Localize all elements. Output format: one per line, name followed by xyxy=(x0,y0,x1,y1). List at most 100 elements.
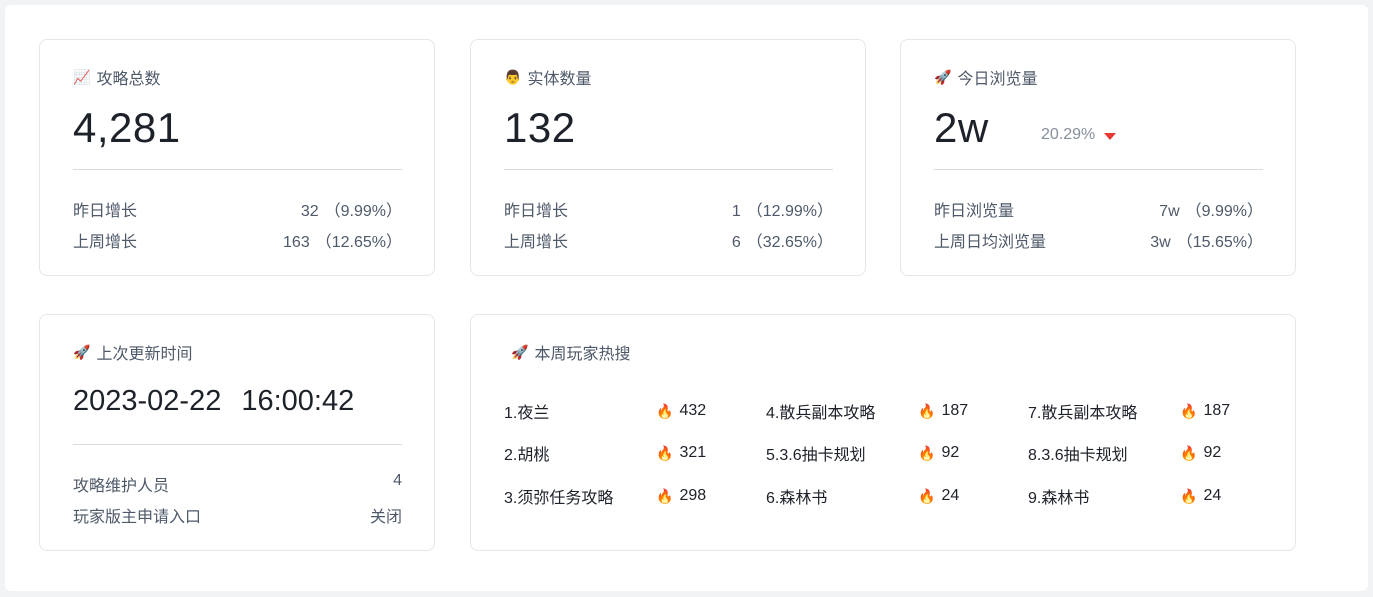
hot-search-heat-value: 187 xyxy=(1203,402,1231,419)
card-title-text: 今日浏览量 xyxy=(957,71,1038,88)
card-title-text: 实体数量 xyxy=(527,71,592,88)
views-trend: 20.29% xyxy=(1041,126,1117,144)
hot-search-item[interactable]: 2.胡桃 🔥 321 xyxy=(504,441,706,465)
stat-label: 上周日均浏览量 xyxy=(934,234,1047,251)
card-title-text: 攻略总数 xyxy=(96,71,161,88)
stat-label: 玩家版主申请入口 xyxy=(73,509,202,526)
hot-search-heat: 🔥 187 xyxy=(1180,402,1230,420)
entities-count-card: 👨 实体数量 132 昨日增长 1 （12.99%） 上周增长 6 （32.65%） xyxy=(470,39,866,276)
hot-search-name: 2.胡桃 xyxy=(504,447,550,464)
hot-search-item[interactable]: 4.散兵副本攻略 🔥 187 xyxy=(766,399,968,423)
hot-search-name: 5.3.6抽卡规划 xyxy=(766,447,866,464)
hot-search-name: 3.须弥任务攻略 xyxy=(504,490,614,507)
fire-icon: 🔥 xyxy=(918,403,936,419)
divider xyxy=(934,169,1263,170)
hot-search-heat: 🔥 298 xyxy=(656,487,706,505)
divider xyxy=(73,169,402,170)
hot-search-name: 9.森林书 xyxy=(1028,490,1090,507)
hot-search-heat: 🔥 432 xyxy=(656,402,706,420)
divider xyxy=(73,444,402,445)
today-views-card: 🚀 今日浏览量 2w 20.29% 昨日浏览量 7w （9.99%） 上周日均浏览… xyxy=(900,39,1296,276)
card-title-text: 上次更新时间 xyxy=(96,346,193,363)
card-title-text: 本周玩家热搜 xyxy=(534,346,631,363)
stat-percent: （9.99%） xyxy=(1185,203,1263,220)
hot-search-heat-value: 187 xyxy=(941,402,969,419)
stat-row: 玩家版主申请入口 关闭 xyxy=(73,503,402,527)
hot-search-heat-value: 24 xyxy=(1203,487,1222,504)
stat-label: 上周增长 xyxy=(504,234,569,251)
fire-icon: 🔥 xyxy=(918,445,936,461)
divider xyxy=(504,169,833,170)
rocket-icon: 🚀 xyxy=(934,69,952,85)
hot-search-heat-value: 92 xyxy=(1203,444,1222,461)
hot-search-heat-value: 321 xyxy=(679,444,707,461)
update-time: 16:00:42 xyxy=(241,385,355,417)
hot-search-item[interactable]: 9.森林书 🔥 24 xyxy=(1028,484,1221,508)
stat-row: 昨日增长 1 （12.99%） xyxy=(504,197,833,221)
stat-value: 4 xyxy=(393,472,402,489)
stat-percent: （32.65%） xyxy=(746,234,833,251)
fire-icon: 🔥 xyxy=(656,445,674,461)
today-views-value: 2w xyxy=(934,104,989,151)
chart-increasing-icon: 📈 xyxy=(73,69,91,85)
hot-search-name: 7.散兵副本攻略 xyxy=(1028,405,1138,422)
update-date: 2023-02-22 xyxy=(73,385,222,417)
hot-search-heat: 🔥 187 xyxy=(918,402,968,420)
hot-search-name: 8.3.6抽卡规划 xyxy=(1028,447,1128,464)
stat-row: 上周增长 6 （32.65%） xyxy=(504,228,833,252)
stat-percent: （12.65%） xyxy=(315,234,402,251)
hot-search-name: 4.散兵副本攻略 xyxy=(766,405,876,422)
stat-percent: （9.99%） xyxy=(324,203,402,220)
stat-value: 6 xyxy=(731,234,741,251)
stat-row: 攻略维护人员 4 xyxy=(73,472,402,496)
fire-icon: 🔥 xyxy=(1180,445,1198,461)
fire-icon: 🔥 xyxy=(656,488,674,504)
stat-row: 昨日浏览量 7w （9.99%） xyxy=(934,197,1263,221)
hot-search-item[interactable]: 1.夜兰 🔥 432 xyxy=(504,399,706,423)
hot-search-heat: 🔥 92 xyxy=(1180,444,1221,462)
hot-search-item[interactable]: 7.散兵副本攻略 🔥 187 xyxy=(1028,399,1230,423)
guides-total-card: 📈 攻略总数 4,281 昨日增长 32 （9.99%） 上周增长 163 （12.… xyxy=(39,39,435,276)
hot-search-name: 1.夜兰 xyxy=(504,405,550,422)
hot-search-item[interactable]: 8.3.6抽卡规划 🔥 92 xyxy=(1028,441,1221,465)
rocket-icon: 🚀 xyxy=(511,344,529,360)
card-title: 🚀 本周玩家热搜 xyxy=(511,340,630,364)
hot-search-card: 🚀 本周玩家热搜 1.夜兰 🔥 432 2.胡桃 🔥 321 3.须弥任务攻略 🔥 298 4.散… xyxy=(470,314,1296,551)
hot-search-heat-value: 298 xyxy=(679,487,707,504)
dashboard-panel: 📈 攻略总数 4,281 昨日增长 32 （9.99%） 上周增长 163 （12.… xyxy=(5,5,1368,591)
stat-label: 昨日增长 xyxy=(73,203,138,220)
fire-icon: 🔥 xyxy=(918,488,936,504)
card-title: 🚀 今日浏览量 xyxy=(934,65,1037,89)
stat-value: 163 xyxy=(283,234,310,251)
card-title: 👨 实体数量 xyxy=(504,65,591,89)
hot-search-item[interactable]: 6.森林书 🔥 24 xyxy=(766,484,959,508)
stat-percent: （12.99%） xyxy=(746,203,833,220)
hot-search-item[interactable]: 3.须弥任务攻略 🔥 298 xyxy=(504,484,706,508)
hot-search-heat: 🔥 24 xyxy=(918,487,959,505)
stat-label: 上周增长 xyxy=(73,234,138,251)
hot-search-item[interactable]: 5.3.6抽卡规划 🔥 92 xyxy=(766,441,959,465)
rocket-icon: 🚀 xyxy=(73,344,91,360)
fire-icon: 🔥 xyxy=(1180,403,1198,419)
guides-total-value: 4,281 xyxy=(73,104,181,151)
hot-search-heat: 🔥 321 xyxy=(656,444,706,462)
hot-search-heat-value: 432 xyxy=(679,402,707,419)
last-update-card: 🚀 上次更新时间 2023-02-22 16:00:42 攻略维护人员 4 玩家… xyxy=(39,314,435,551)
stat-percent: （15.65%） xyxy=(1176,234,1263,251)
entities-count-value: 132 xyxy=(504,104,576,151)
trend-percent: 20.29% xyxy=(1041,126,1096,143)
stat-row: 上周日均浏览量 3w （15.65%） xyxy=(934,228,1263,252)
stat-label: 昨日浏览量 xyxy=(934,203,1015,220)
caret-down-icon xyxy=(1104,132,1117,140)
hot-search-name: 6.森林书 xyxy=(766,490,828,507)
fire-icon: 🔥 xyxy=(1180,488,1198,504)
last-update-datetime: 2023-02-22 16:00:42 xyxy=(73,385,354,418)
hot-search-heat: 🔥 24 xyxy=(1180,487,1221,505)
stat-value: 关闭 xyxy=(369,509,402,526)
stat-value: 7w xyxy=(1159,203,1180,220)
hot-search-heat-value: 92 xyxy=(941,444,960,461)
card-title: 📈 攻略总数 xyxy=(73,65,160,89)
stat-value: 3w xyxy=(1150,234,1171,251)
stat-value: 1 xyxy=(731,203,741,220)
stat-row: 上周增长 163 （12.65%） xyxy=(73,228,402,252)
